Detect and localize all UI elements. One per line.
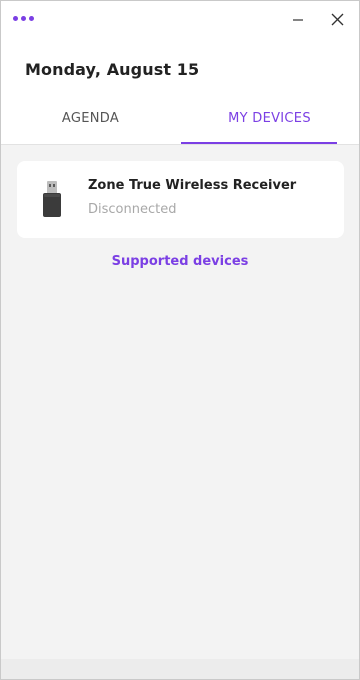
more-dots-icon[interactable] [13,11,37,25]
minimize-icon [293,19,303,21]
minimize-button[interactable] [288,10,308,30]
tab-agenda[interactable]: AGENDA [1,97,180,144]
date-heading: Monday, August 15 [25,60,200,79]
usb-receiver-icon [41,181,63,219]
dot [21,15,26,21]
close-icon [331,13,344,26]
header-panel: Monday, August 15 AGENDA MY DEVICES [1,1,359,145]
bottom-strip [1,659,359,679]
tab-bar: AGENDA MY DEVICES [1,97,359,144]
device-status: Disconnected [88,202,177,217]
dot [13,15,18,21]
title-bar [1,1,359,41]
close-button[interactable] [328,10,348,30]
supported-devices-link[interactable]: Supported devices [1,254,359,269]
dot [29,15,34,21]
device-name: Zone True Wireless Receiver [88,178,297,193]
app-window: Monday, August 15 AGENDA MY DEVICES Zone… [0,0,360,680]
tab-my-devices[interactable]: MY DEVICES [180,97,359,144]
device-card[interactable]: Zone True Wireless Receiver Disconnected [17,161,344,238]
